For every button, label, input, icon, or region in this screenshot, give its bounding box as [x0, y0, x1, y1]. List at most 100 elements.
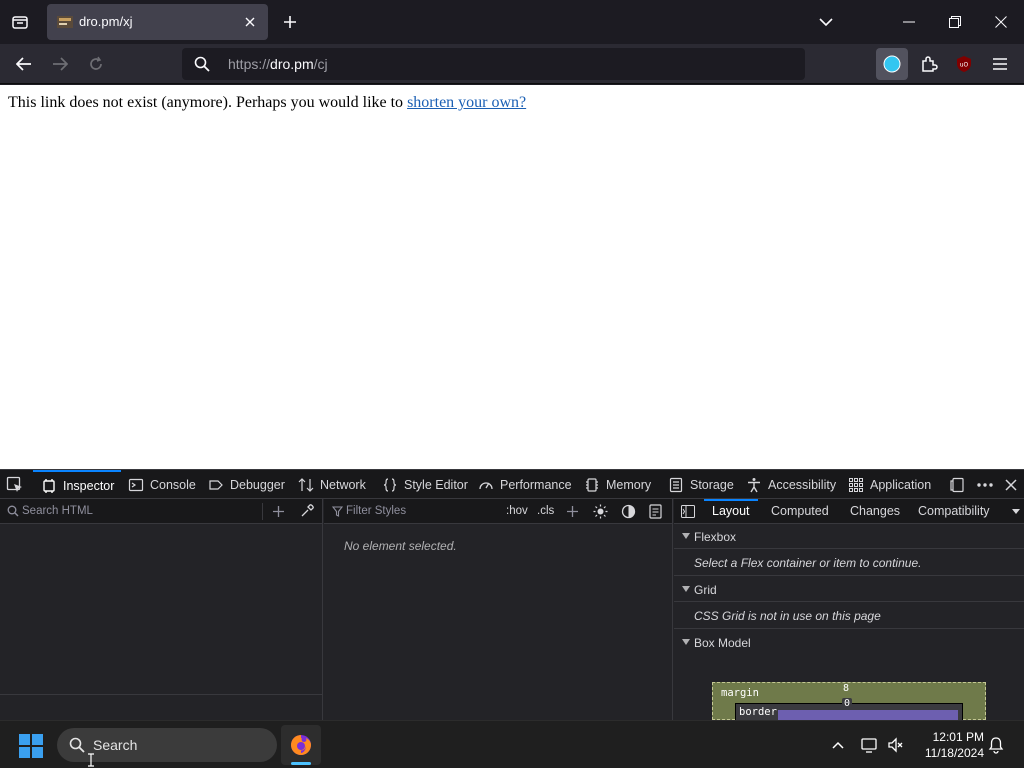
search-icon: [7, 505, 19, 517]
box-model-border[interactable]: border 0: [735, 698, 963, 722]
grid-message: CSS Grid is not in use on this page: [694, 609, 881, 623]
add-rule-icon[interactable]: [566, 505, 579, 518]
tab-style-editor[interactable]: Style Editor: [382, 470, 468, 499]
forward-icon[interactable]: [48, 52, 72, 76]
windows-start-icon[interactable]: [18, 733, 44, 759]
list-all-tabs-icon[interactable]: [814, 10, 838, 34]
tab-label: Network: [320, 477, 366, 492]
menu-icon[interactable]: [984, 48, 1016, 80]
tab-label: Application: [870, 477, 932, 492]
tab-debugger[interactable]: Debugger: [208, 470, 285, 499]
new-tab-icon[interactable]: [278, 10, 302, 34]
tab-performance[interactable]: Performance: [478, 470, 572, 499]
firefox-taskbar-button[interactable]: [281, 725, 321, 765]
url-path: /cj: [313, 56, 328, 72]
back-icon[interactable]: [12, 52, 36, 76]
restore-icon[interactable]: [940, 8, 970, 36]
tab-label: Memory: [606, 477, 652, 492]
grid-section-header[interactable]: Grid: [674, 577, 1024, 602]
box-model-margin[interactable]: margin 8 border 0: [712, 682, 986, 722]
tab-accessibility[interactable]: Accessibility: [746, 470, 836, 499]
network-icon: [298, 477, 314, 492]
application-icon: [849, 477, 863, 492]
minimize-icon[interactable]: [894, 8, 924, 36]
console-icon: [128, 478, 144, 491]
performance-icon: [479, 481, 493, 489]
tab-compatibility[interactable]: Compatibility: [918, 504, 990, 518]
search-icon: [194, 56, 210, 72]
toggle-panel-icon[interactable]: [681, 505, 695, 518]
expand-triangle-icon: [682, 639, 690, 645]
rules-pane: Filter Styles :hov .cls No element selec…: [324, 499, 673, 720]
section-title: Flexbox: [694, 530, 737, 544]
border-label: border: [739, 706, 777, 718]
close-devtools-icon[interactable]: [1002, 476, 1020, 494]
border-value[interactable]: 0: [842, 698, 853, 709]
layout-tab-bar: Layout Computed Changes Compatibility: [674, 499, 1024, 524]
extensions-puzzle-icon[interactable]: [913, 48, 945, 80]
tab-label: Console: [150, 477, 196, 492]
print-media-icon[interactable]: [649, 504, 662, 519]
responsive-design-icon[interactable]: [949, 476, 967, 494]
shorten-link[interactable]: shorten your own?: [407, 94, 526, 111]
url-host: dro.pm: [270, 56, 314, 72]
storage-icon: [669, 477, 683, 492]
flexbox-message: Select a Flex container or item to conti…: [694, 556, 922, 570]
close-tab-icon[interactable]: [241, 13, 259, 31]
filter-styles-placeholder: Filter Styles: [346, 505, 407, 517]
no-element-message: No element selected.: [344, 539, 457, 553]
notifications-bell-icon[interactable]: [986, 735, 1006, 755]
tab-bar: dro.pm/xj: [0, 0, 1024, 44]
margin-value[interactable]: 8: [843, 683, 849, 694]
text-cursor-icon: [88, 753, 94, 767]
flexbox-section-body: Select a Flex container or item to conti…: [674, 549, 1024, 576]
cls-toggle[interactable]: .cls: [537, 505, 554, 517]
style-editor-icon: [383, 477, 397, 492]
add-node-icon[interactable]: [272, 505, 285, 518]
hov-toggle[interactable]: :hov: [506, 505, 528, 517]
tab-memory[interactable]: Memory: [584, 470, 651, 499]
taskbar: Search 12:01 PM 11/18/2024: [0, 720, 1024, 768]
tab-console[interactable]: Console: [128, 470, 196, 499]
expand-triangle-icon: [682, 586, 690, 592]
tab-computed[interactable]: Computed: [771, 504, 829, 518]
tab-application[interactable]: Application: [848, 470, 931, 499]
flexbox-section-header[interactable]: Flexbox: [674, 524, 1024, 549]
chevron-up-icon[interactable]: [828, 735, 848, 755]
tab-changes[interactable]: Changes: [850, 504, 900, 518]
active-app-indicator: [291, 762, 311, 765]
tab-storage[interactable]: Storage: [668, 470, 734, 499]
devtools-panel: Inspector Console Debugger Network Style…: [0, 469, 1024, 722]
tab-inspector[interactable]: Inspector: [33, 470, 121, 499]
contrast-icon[interactable]: [621, 504, 636, 519]
filter-styles-field[interactable]: Filter Styles :hov .cls: [324, 499, 672, 524]
tab-label: Accessibility: [768, 477, 837, 492]
close-window-icon[interactable]: [986, 8, 1016, 36]
more-options-icon[interactable]: [976, 476, 994, 494]
ublock-origin-icon[interactable]: uO: [948, 48, 980, 80]
navigation-bar: https://dro.pm/cj uO: [0, 44, 1024, 84]
tab-list-icon[interactable]: [8, 10, 32, 34]
box-model-section-header[interactable]: Box Model: [674, 630, 1024, 655]
tab-active[interactable]: dro.pm/xj: [47, 4, 268, 40]
tab-layout[interactable]: Layout: [712, 504, 750, 518]
chevron-down-icon[interactable]: [1012, 509, 1020, 514]
search-html-field[interactable]: Search HTML: [0, 499, 322, 524]
url-text[interactable]: https://dro.pm/cj: [228, 56, 328, 72]
light-theme-icon[interactable]: [593, 504, 608, 519]
url-scheme: https://: [228, 56, 271, 72]
network-status-icon[interactable]: [860, 735, 880, 755]
element-picker-icon[interactable]: [6, 476, 24, 494]
markup-pane: Search HTML: [0, 499, 323, 720]
eyedropper-icon[interactable]: [300, 504, 314, 518]
grid-section-body: CSS Grid is not in use on this page: [674, 602, 1024, 629]
volume-muted-icon[interactable]: [886, 735, 906, 755]
tab-label: Debugger: [230, 477, 285, 492]
debugger-icon: [209, 479, 223, 490]
clock-time: 12:01 PM: [932, 730, 984, 744]
url-bar[interactable]: https://dro.pm/cj: [182, 48, 805, 80]
tab-network[interactable]: Network: [298, 470, 366, 499]
system-clock[interactable]: 12:01 PM 11/18/2024: [912, 729, 984, 761]
extension-circle-icon[interactable]: [876, 48, 908, 80]
reload-icon[interactable]: [84, 52, 108, 76]
